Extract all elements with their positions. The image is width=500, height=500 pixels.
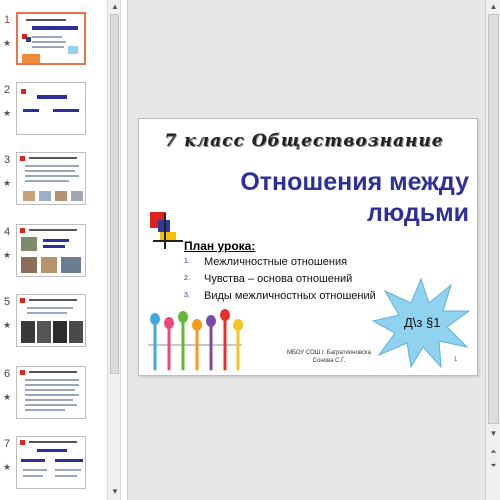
people-figures-image[interactable] — [145, 309, 245, 371]
slide-thumbnail-5[interactable]: 5 ★ — [0, 294, 107, 356]
slide-thumbnail-4[interactable]: 4 ★ — [0, 224, 107, 286]
slide-number: 4 — [4, 226, 11, 238]
slide-number: 1 — [4, 14, 11, 26]
homework-text[interactable]: Д\з §1 — [404, 315, 440, 330]
slide-number: 6 — [4, 368, 11, 380]
decor-horizontal-line — [153, 240, 183, 242]
plan-item[interactable]: 1. Межличностные отношения — [184, 256, 376, 273]
thumbnail-scrollbar[interactable]: ▲ ▼ — [107, 0, 121, 500]
grade-subject-title[interactable]: 7 класс Обществознание — [149, 131, 459, 151]
thumbnail-image — [16, 436, 86, 489]
down-arrow-icon[interactable]: ▼ — [110, 487, 120, 497]
slide-thumbnail-2[interactable]: 2 ★ — [0, 82, 107, 144]
slide-number: 3 — [4, 154, 11, 166]
up-arrow-icon[interactable]: ▲ — [110, 2, 120, 12]
slide-number-label: 1 — [454, 357, 458, 363]
plan-list: 1. Межличностные отношения 2. Чувства – ос… — [184, 256, 376, 307]
slide-number: 5 — [4, 296, 11, 308]
slide-number: 7 — [4, 438, 11, 450]
animation-star-icon: ★ — [3, 178, 12, 188]
slide-thumbnail-7[interactable]: 7 ★ — [0, 436, 107, 498]
slide-editing-area: 7 класс Обществознание Отношения между л… — [127, 0, 485, 500]
scroll-thumb[interactable] — [488, 14, 499, 424]
thumbnail-image — [16, 12, 86, 65]
down-arrow-icon[interactable]: ▼ — [488, 428, 499, 439]
school-author-text[interactable]: МБОУ СОШ г. Багратионовска Сонова С.Г. — [259, 349, 399, 365]
double-down-arrow-icon[interactable]: ⏷ — [488, 460, 499, 471]
animation-star-icon: ★ — [3, 108, 12, 118]
animation-star-icon: ★ — [3, 462, 12, 472]
thumbnail-image — [16, 152, 86, 205]
plan-item[interactable]: 3. Виды межличностных отношений — [184, 290, 376, 307]
animation-star-icon: ★ — [3, 392, 12, 402]
slide-thumbnail-pane: 1 ★ 2 ★ 3 ★ 4 ★ 5 ★ 6 ★ 7 ★ — [0, 0, 123, 500]
current-slide[interactable]: 7 класс Обществознание Отношения между л… — [138, 118, 478, 376]
thumbnail-image — [16, 294, 86, 347]
animation-star-icon: ★ — [3, 38, 12, 48]
animation-star-icon: ★ — [3, 250, 12, 260]
decor-vertical-line — [164, 213, 166, 249]
scroll-thumb[interactable] — [110, 14, 119, 374]
up-arrow-icon[interactable]: ▲ — [488, 1, 499, 12]
editor-vertical-scrollbar[interactable]: ▲ ▼ ⏶ ⏷ — [485, 0, 500, 500]
double-up-arrow-icon[interactable]: ⏶ — [488, 446, 499, 457]
slide-thumbnail-3[interactable]: 3 ★ — [0, 152, 107, 214]
title-line-1: Отношения между — [240, 168, 469, 196]
thumbnail-image — [16, 366, 86, 419]
thumbnail-image — [16, 224, 86, 277]
slide-main-title[interactable]: Отношения между людьми — [179, 167, 469, 229]
slide-thumbnail-6[interactable]: 6 ★ — [0, 366, 107, 428]
plan-heading[interactable]: План урока: — [184, 239, 255, 253]
animation-star-icon: ★ — [3, 320, 12, 330]
title-line-2: людьми — [366, 199, 469, 227]
thumbnail-image — [16, 82, 86, 135]
plan-item[interactable]: 2. Чувства – основа отношений — [184, 273, 376, 290]
slide-thumbnail-1[interactable]: 1 ★ — [0, 12, 107, 74]
slide-number: 2 — [4, 84, 11, 96]
